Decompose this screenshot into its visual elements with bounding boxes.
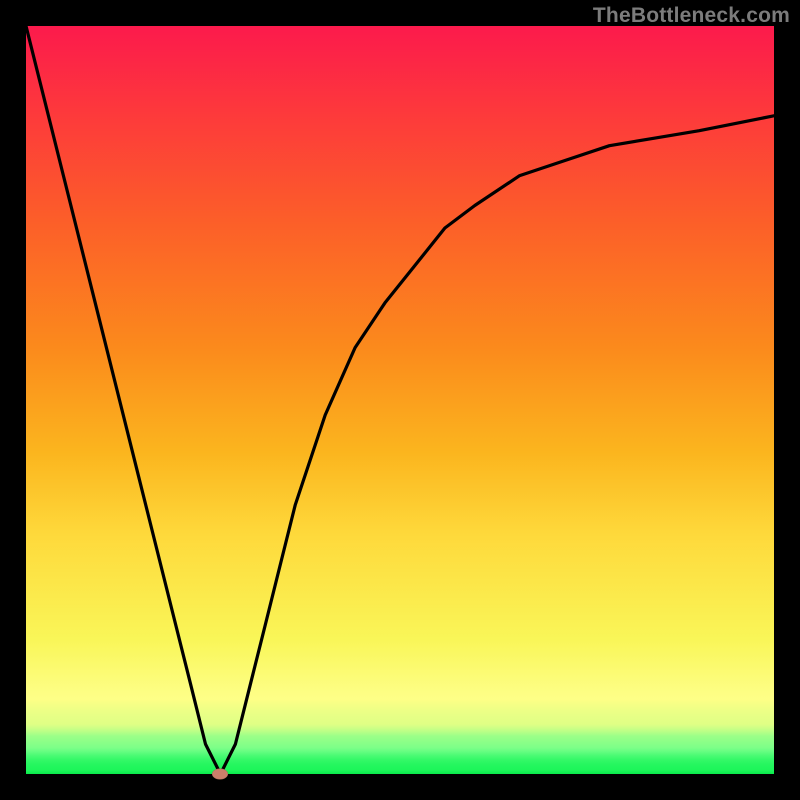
- curve-svg: [26, 26, 774, 774]
- chart-container: TheBottleneck.com: [0, 0, 800, 800]
- minimum-marker-icon: [212, 769, 228, 780]
- plot-area: [26, 26, 774, 774]
- watermark-text: TheBottleneck.com: [593, 4, 790, 28]
- bottleneck-curve: [26, 26, 774, 774]
